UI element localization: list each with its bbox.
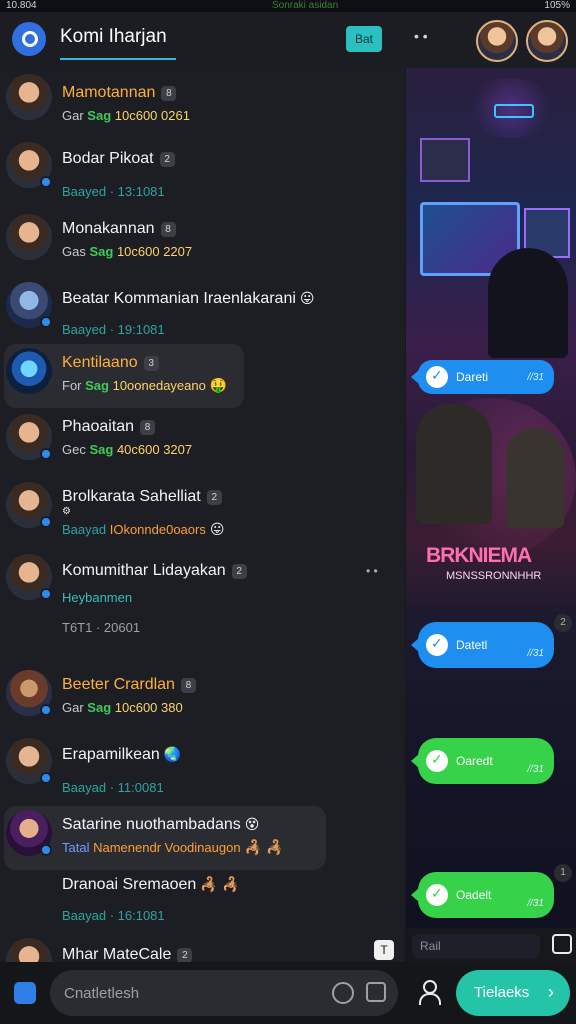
chat-preview: Baayed · 19:1081 <box>62 322 165 337</box>
chat-name: Mamotannan 8 <box>62 84 177 102</box>
header-action-button[interactable]: Bat <box>346 26 382 52</box>
verified-icon <box>40 316 52 328</box>
check-icon <box>426 634 448 656</box>
chat-name: Erapamilkean 🌏 <box>62 746 182 763</box>
check-icon <box>426 884 448 906</box>
message-bubble[interactable]: Dareti //31 <box>411 360 554 394</box>
header-avatar-1[interactable] <box>476 20 518 62</box>
verified-icon <box>40 176 52 188</box>
game-logo: BRKNIEMA <box>426 544 532 567</box>
globe-icon: 🌏 <box>163 747 182 763</box>
unread-badge: 2 <box>177 948 193 963</box>
more-options-icon[interactable]: • • <box>414 28 428 44</box>
chat-name: Bodar Pikoat 2 <box>62 150 175 168</box>
message-input[interactable] <box>64 982 314 1004</box>
message-bubble[interactable]: Oaredt //31 <box>411 738 554 784</box>
unread-badge: 8 <box>180 678 196 693</box>
chat-name: Komumithar Lidayakan 2 <box>62 562 247 580</box>
chat-preview: Gar Sag 10c600 0261 <box>62 108 190 123</box>
chat-preview: For Sag 10oonedayeano 🤑 <box>62 378 228 394</box>
send-button[interactable]: Tielaeks › <box>456 970 570 1016</box>
chat-preview: Heybanmen <box>62 590 133 605</box>
emoji-icon: 😛 <box>209 522 225 538</box>
chat-name: Beatar Kommanian Iraenlakarani 😛 <box>62 290 315 307</box>
gallery-icon[interactable] <box>14 982 36 1004</box>
check-icon <box>426 750 448 772</box>
message-badge: 1 <box>554 864 572 882</box>
emoji-icon[interactable] <box>332 982 354 1004</box>
gamer-figure <box>488 248 568 358</box>
verified-icon <box>40 772 52 784</box>
chat-name: Kentilaano 3 <box>62 354 159 372</box>
emoji-icon: 🤑 <box>209 378 228 394</box>
message-bubble[interactable]: Datetl //31 <box>411 622 554 668</box>
chat-name: Beeter Crardlan 8 <box>62 676 196 694</box>
verified-icon <box>40 588 52 600</box>
verified-icon <box>40 844 52 856</box>
attach-icon[interactable] <box>366 982 386 1002</box>
status-bar: 10.804 Sonraki asidan 105% <box>0 0 576 12</box>
wall-shelf <box>420 138 470 182</box>
settings-icon: ⚙ <box>62 506 71 517</box>
chat-timestamp: T6T1 · 20601 <box>62 620 141 635</box>
unread-badge: 8 <box>140 420 156 435</box>
chat-list: Mamotannan 8 Gar Sag 10c600 0261 Bodar Pi… <box>0 68 405 968</box>
title-underline <box>60 58 176 60</box>
unread-badge: 8 <box>160 222 176 237</box>
unread-badge: 8 <box>161 86 177 101</box>
message-badge: 2 <box>554 614 572 632</box>
chat-name: Satarine nuothambadans 😵 <box>62 816 260 833</box>
message-bubble[interactable]: Oadelt //31 <box>411 872 554 918</box>
chat-preview: Baayed · 13:1081 <box>62 184 165 199</box>
sticker-icon[interactable] <box>552 934 572 954</box>
avatar <box>6 214 52 260</box>
status-battery: 105% <box>544 0 570 11</box>
chevron-right-icon: › <box>548 982 554 1002</box>
chat-preview: Gas Sag 10c600 2207 <box>62 244 193 259</box>
avatar <box>6 74 52 120</box>
verified-icon <box>40 516 52 528</box>
neon-sign <box>494 104 534 118</box>
chat-name: Monakannan 8 <box>62 220 176 238</box>
verified-icon <box>40 704 52 716</box>
chat-preview: Gec Sag 40c600 3207 <box>62 442 193 457</box>
chat-preview: Tatal Namenendr Voodinaugon 🦂 🦂 <box>62 840 284 856</box>
emoji-icon: 🦂 🦂 <box>244 840 284 856</box>
chat-preview: Baayad IOkonnde0oaors 😛 <box>62 522 225 538</box>
status-carrier: Sonraki asidan <box>272 0 339 11</box>
chat-name: Phaoaitan 8 <box>62 418 156 436</box>
reply-input[interactable]: Rail <box>412 934 540 958</box>
check-icon <box>426 366 448 388</box>
profile-icon[interactable] <box>416 980 441 1005</box>
verified-icon <box>40 448 52 460</box>
soldier-figure <box>416 404 492 524</box>
chat-preview: Gar Sag 10c600 380 <box>62 700 183 715</box>
avatar <box>6 348 52 394</box>
message-input-container <box>50 970 398 1016</box>
unread-badge: 2 <box>206 490 222 505</box>
header-avatar-2[interactable] <box>526 20 568 62</box>
unread-badge: 3 <box>143 356 159 371</box>
emoji-icon: 🦂 🦂 <box>200 877 240 893</box>
composer-bar: Tielaeks › <box>0 962 576 1024</box>
unread-badge: 2 <box>231 564 247 579</box>
chat-name: Brolkarata Sahelliat 2 <box>62 488 222 506</box>
emoji-icon: 😛 <box>299 291 315 307</box>
app-header: Komi Iharjan Bat • • <box>0 12 576 68</box>
chat-preview: Baayad · 16:1081 <box>62 908 165 923</box>
unread-badge: 2 <box>159 152 175 167</box>
text-format-icon[interactable]: T <box>374 940 394 960</box>
app-logo-icon[interactable] <box>12 22 46 56</box>
soldier-figure <box>506 428 564 528</box>
game-subtitle: MSNSSRONNHHR <box>446 570 542 582</box>
emoji-icon: 😵 <box>244 817 260 833</box>
conversation-panel: BRKNIEMA MSNSSRONNHHR <box>406 68 576 928</box>
row-more-icon[interactable]: • • <box>366 564 378 578</box>
app-title: Komi Iharjan <box>60 26 167 47</box>
chat-name: Dranoai Sremaoen 🦂 🦂 <box>62 876 240 893</box>
status-time: 10.804 <box>6 0 37 11</box>
chat-preview: Baayad · 11:0081 <box>62 780 164 795</box>
